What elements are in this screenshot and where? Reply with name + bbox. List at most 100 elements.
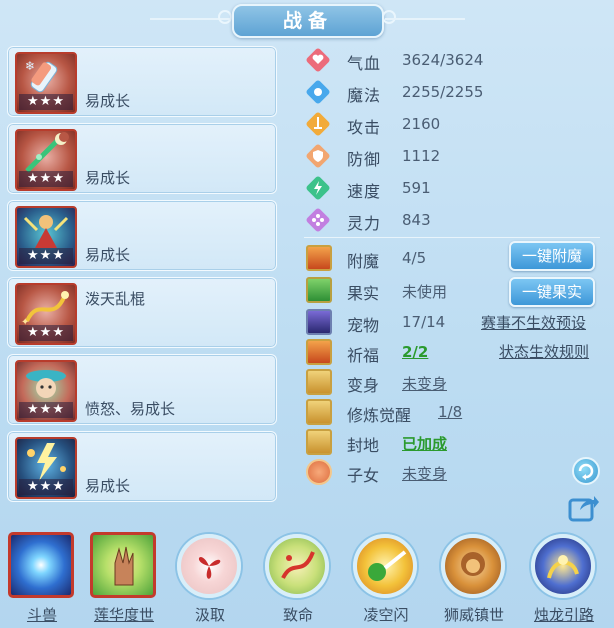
- stat-label: 魔法: [347, 86, 382, 105]
- item-trait-label: 易成长: [85, 246, 131, 264]
- list-item[interactable]: ★★★ 易成长: [7, 431, 277, 502]
- skills-bar: 斗兽 莲华度世 汲取 致命 凌空闪 狮威镇世 烛龙引路: [0, 530, 614, 628]
- extra-label: 变身: [347, 376, 380, 395]
- extra-value: 17/14: [402, 313, 446, 331]
- fatal-strike-icon: [265, 534, 329, 598]
- candle-dragon-icon: [531, 534, 595, 598]
- svg-text:❄: ❄: [25, 59, 35, 73]
- lion-might-icon: [441, 534, 505, 598]
- skill-label: 烛龙引路: [533, 606, 594, 624]
- extra-label: 附魔: [347, 252, 380, 271]
- cultivation-icon: [306, 399, 332, 425]
- list-item[interactable]: ✦ ★★★ 泼天乱棍: [7, 277, 277, 348]
- skill-slot[interactable]: 汲取: [174, 530, 246, 628]
- stat-speed: 速度 591: [304, 174, 604, 202]
- warrior-sprite-icon: ★★★: [15, 206, 77, 268]
- sky-flash-icon: [353, 534, 417, 598]
- stat-label: 防御: [347, 150, 382, 169]
- stat-label: 气血: [347, 54, 382, 73]
- skill-label: 狮威镇世: [443, 606, 504, 624]
- extra-value: 未使用: [402, 283, 448, 301]
- extra-fief[interactable]: 封地 已加成: [304, 428, 604, 456]
- extra-value: 2/2: [402, 343, 429, 361]
- list-item[interactable]: ★★★ 易成长: [7, 200, 277, 271]
- skill-slot[interactable]: 凌空闪: [350, 530, 422, 628]
- skill-slot[interactable]: 致命: [262, 530, 334, 628]
- heart-icon: [306, 48, 330, 72]
- transform-icon: [306, 369, 332, 395]
- one-click-enchant-button[interactable]: 一键附魔: [509, 241, 595, 271]
- extra-label: 封地: [347, 436, 380, 455]
- title-ornament-right: [382, 10, 396, 24]
- ice-pole-icon: ❄ ★★★: [15, 52, 77, 114]
- star-rating: ★★★: [19, 248, 73, 264]
- extra-value[interactable]: 1/8: [438, 403, 462, 421]
- extra-label: 宠物: [347, 316, 380, 335]
- item-trait-label: 泼天乱棍: [85, 290, 146, 308]
- children-icon: [306, 459, 332, 485]
- extra-label: 祈福: [347, 346, 380, 365]
- stat-value: 843: [402, 211, 431, 229]
- enchant-icon: [306, 245, 332, 271]
- spirit-icon: [306, 208, 330, 232]
- skill-slot[interactable]: 莲华度世: [88, 530, 160, 628]
- share-icon[interactable]: [568, 492, 600, 522]
- list-item[interactable]: ★★★ 愤怒、易成长: [7, 354, 277, 425]
- stat-attack: 攻击 2160: [304, 110, 604, 138]
- skill-slot[interactable]: 斗兽: [6, 530, 78, 628]
- moon-staff-icon: ★★★: [15, 129, 77, 191]
- skill-slot[interactable]: 烛龙引路: [528, 530, 600, 628]
- stat-label: 速度: [347, 182, 382, 201]
- one-click-fruit-button[interactable]: 一键果实: [509, 277, 595, 307]
- pet-icon: [306, 309, 332, 335]
- stat-label: 灵力: [347, 214, 382, 233]
- star-rating: ★★★: [19, 402, 73, 418]
- list-item[interactable]: ★★★ 易成长: [7, 123, 277, 194]
- stat-value: 1112: [402, 147, 441, 165]
- extra-cultivation[interactable]: 修炼觉醒 1/8: [304, 398, 604, 426]
- extra-label: 果实: [347, 284, 380, 303]
- fief-icon: [306, 429, 332, 455]
- stat-value: 2160: [402, 115, 441, 133]
- page-title: 战备: [232, 4, 384, 38]
- shield-icon: [306, 144, 330, 168]
- stat-value: 591: [402, 179, 431, 197]
- refresh-icon[interactable]: [572, 457, 600, 485]
- skill-slot[interactable]: 狮威镇世: [438, 530, 510, 628]
- title-banner: 战备: [0, 0, 614, 40]
- mana-crystal-icon: [306, 80, 330, 104]
- extra-label: 子女: [347, 466, 380, 485]
- star-rating: ★★★: [19, 171, 73, 187]
- item-trait-label: 愤怒、易成长: [85, 400, 176, 418]
- dragon-staff-icon: ✦ ★★★: [15, 283, 77, 345]
- item-trait-label: 易成长: [85, 169, 131, 187]
- list-item[interactable]: ❄ ★★★ 易成长: [7, 46, 277, 117]
- lightning-icon: [306, 176, 330, 200]
- skill-label: 汲取: [194, 606, 225, 624]
- beast-orb-icon: [8, 532, 74, 598]
- title-divider-right: [385, 18, 465, 20]
- lotus-hand-icon: [90, 532, 156, 598]
- skill-label: 斗兽: [26, 606, 57, 624]
- tournament-preset-link[interactable]: 赛事不生效预设: [481, 312, 586, 333]
- star-rating: ★★★: [19, 479, 73, 495]
- extra-value[interactable]: 未变身: [402, 463, 447, 484]
- blessing-icon: [306, 339, 332, 365]
- stat-spirit: 灵力 843: [304, 206, 604, 234]
- skill-label: 致命: [282, 606, 313, 624]
- blossom-mask-icon: ★★★: [15, 360, 77, 422]
- star-rating: ★★★: [19, 94, 73, 110]
- title-ornament-left: [218, 10, 232, 24]
- extra-children[interactable]: 子女 未变身: [304, 458, 604, 486]
- extra-value[interactable]: 未变身: [402, 373, 447, 394]
- extra-value[interactable]: 已加成: [402, 433, 447, 454]
- status-rules-link[interactable]: 状态生效规则: [499, 341, 589, 362]
- skill-label: 莲华度世: [93, 606, 154, 624]
- extra-transform[interactable]: 变身 未变身: [304, 368, 604, 396]
- lightning-sprite-icon: ★★★: [15, 437, 77, 499]
- extra-label: 修炼觉醒: [347, 406, 412, 425]
- item-trait-label: 易成长: [85, 477, 131, 495]
- item-trait-label: 易成长: [85, 92, 131, 110]
- fruit-icon: [306, 277, 332, 303]
- absorb-swirl-icon: [177, 534, 241, 598]
